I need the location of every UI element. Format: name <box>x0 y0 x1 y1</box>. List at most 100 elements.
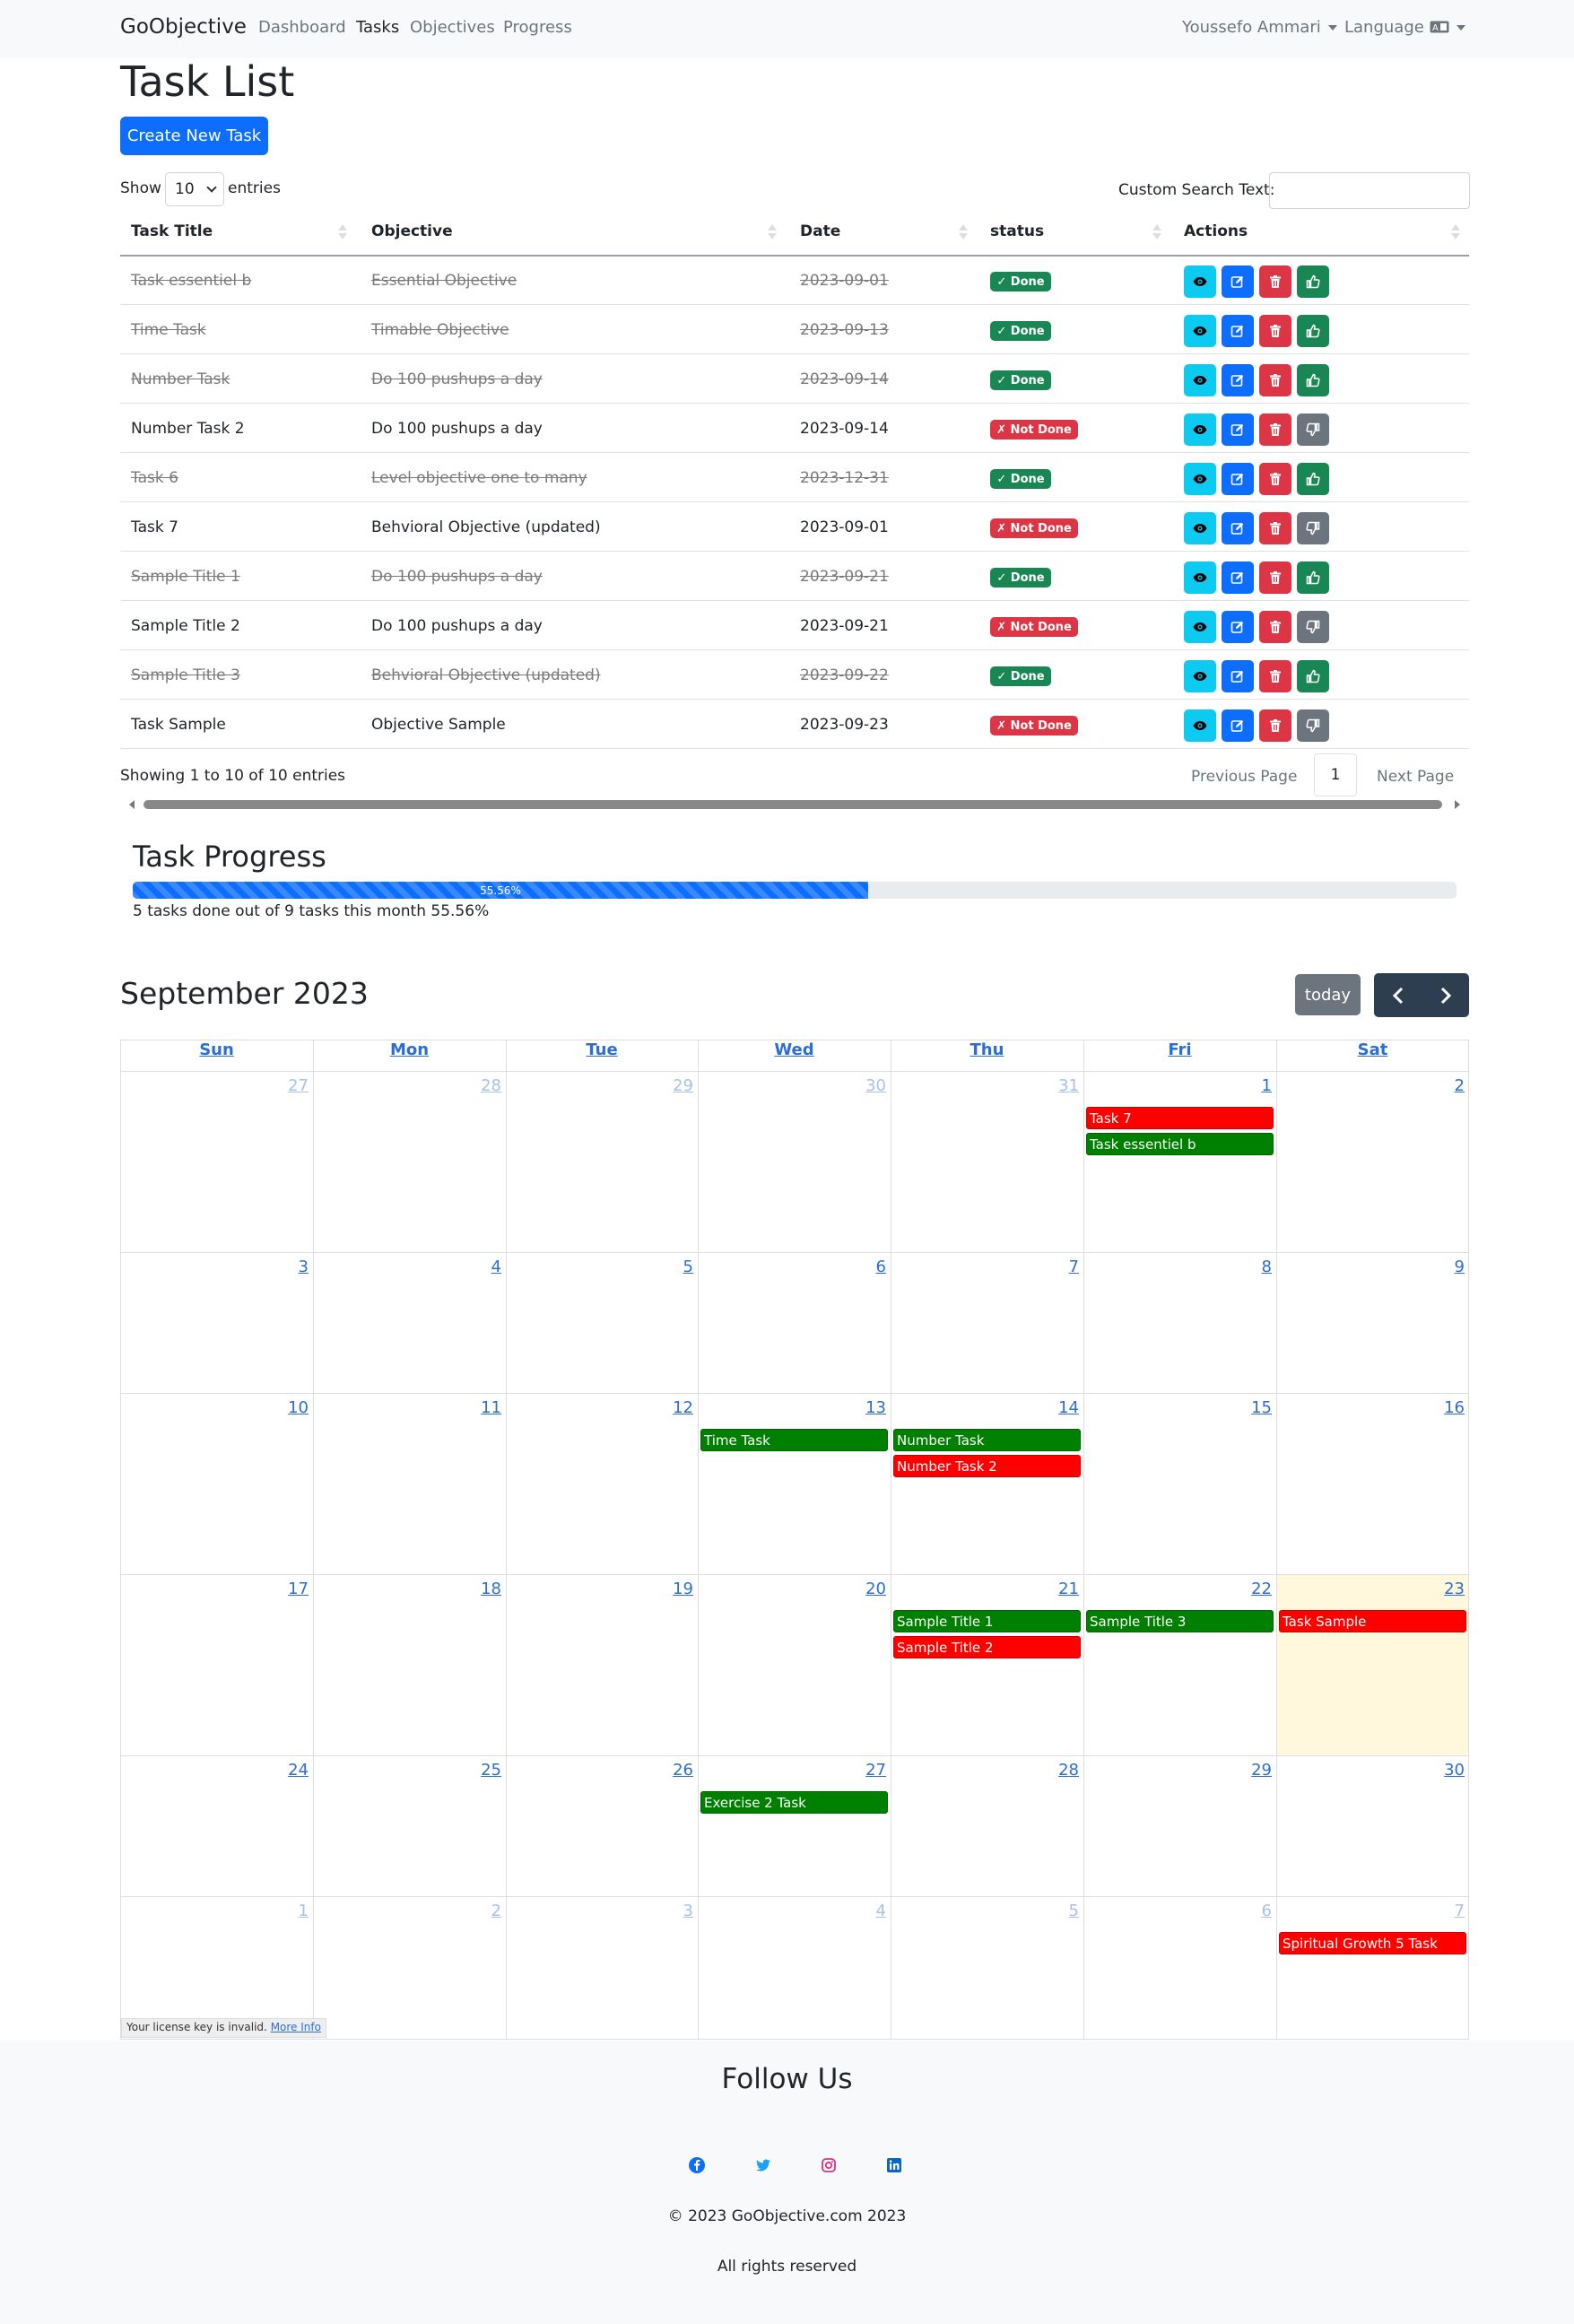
horizontal-scrollbar[interactable] <box>143 800 1442 809</box>
edit-task-button[interactable] <box>1222 315 1254 347</box>
calendar-day-header[interactable]: Mon <box>313 1040 506 1059</box>
calendar-day-header[interactable]: Tue <box>506 1040 698 1059</box>
calendar-day-header[interactable]: Thu <box>891 1040 1083 1059</box>
edit-task-button[interactable] <box>1222 709 1254 742</box>
calendar-day-number[interactable]: 25 <box>465 1761 501 1780</box>
next-page-button[interactable]: Next Page <box>1377 768 1454 786</box>
column-header-task-title[interactable]: Task Title <box>131 222 213 240</box>
calendar-day-number[interactable]: 19 <box>657 1580 693 1598</box>
delete-task-button[interactable] <box>1259 364 1291 396</box>
calendar-day-number[interactable]: 10 <box>273 1398 309 1417</box>
edit-task-button[interactable] <box>1222 512 1254 544</box>
mark-undone-button[interactable] <box>1297 463 1329 495</box>
calendar-day-number[interactable]: 28 <box>1043 1761 1079 1780</box>
calendar-day-number[interactable]: 2 <box>465 1902 501 1920</box>
calendar-event[interactable]: Exercise 2 Task <box>700 1791 888 1814</box>
calendar-day-number[interactable]: 6 <box>850 1258 886 1276</box>
calendar-day-number[interactable]: 31 <box>1043 1076 1079 1095</box>
calendar-day-number[interactable]: 5 <box>1043 1902 1079 1920</box>
column-header-objective[interactable]: Objective <box>371 222 453 240</box>
calendar-day-number[interactable]: 16 <box>1429 1398 1465 1417</box>
calendar-day-number[interactable]: 30 <box>1429 1761 1465 1780</box>
column-header-actions[interactable]: Actions <box>1184 222 1248 240</box>
sort-icon[interactable] <box>768 224 777 240</box>
calendar-event[interactable]: Spiritual Growth 5 Task <box>1279 1932 1466 1954</box>
calendar-event[interactable]: Number Task <box>893 1429 1081 1451</box>
calendar-day-number[interactable]: 4 <box>465 1258 501 1276</box>
sort-icon[interactable] <box>338 224 347 240</box>
user-dropdown[interactable]: Youssefo Ammari <box>1182 18 1337 37</box>
delete-task-button[interactable] <box>1259 463 1291 495</box>
calendar-day-number[interactable]: 29 <box>657 1076 693 1095</box>
calendar-day-header[interactable]: Sat <box>1276 1040 1469 1059</box>
calendar-day-number[interactable]: 3 <box>273 1258 309 1276</box>
calendar-day-number[interactable]: 5 <box>657 1258 693 1276</box>
calendar-day-number[interactable]: 28 <box>465 1076 501 1095</box>
calendar-day-number[interactable]: 1 <box>273 1902 309 1920</box>
today-button[interactable]: today <box>1295 974 1361 1015</box>
edit-task-button[interactable] <box>1222 413 1254 446</box>
calendar-day-header[interactable]: Wed <box>698 1040 891 1059</box>
view-task-button[interactable] <box>1184 561 1216 594</box>
nav-link-tasks[interactable]: Tasks <box>356 18 399 37</box>
calendar-day-number[interactable]: 15 <box>1236 1398 1272 1417</box>
calendar-day-number[interactable]: 8 <box>1236 1258 1272 1276</box>
instagram-icon[interactable] <box>820 2156 838 2174</box>
calendar-day-number[interactable]: 29 <box>1236 1761 1272 1780</box>
calendar-day-number[interactable]: 27 <box>273 1076 309 1095</box>
calendar-day-number[interactable]: 21 <box>1043 1580 1079 1598</box>
view-task-button[interactable] <box>1184 512 1216 544</box>
calendar-day-number[interactable]: 4 <box>850 1902 886 1920</box>
brand-logo[interactable]: GoObjective <box>120 15 247 39</box>
page-button-1[interactable]: 1 <box>1314 753 1357 796</box>
calendar-day-header[interactable]: Sun <box>120 1040 313 1059</box>
view-task-button[interactable] <box>1184 611 1216 643</box>
sort-icon[interactable] <box>1451 224 1460 240</box>
delete-task-button[interactable] <box>1259 660 1291 692</box>
calendar-day-number[interactable]: 18 <box>465 1580 501 1598</box>
mark-undone-button[interactable] <box>1297 660 1329 692</box>
entries-select[interactable]: 10 <box>165 172 224 206</box>
calendar-day-number[interactable]: 7 <box>1043 1258 1079 1276</box>
nav-link-progress[interactable]: Progress <box>503 18 572 37</box>
calendar-day-number[interactable]: 2 <box>1429 1076 1465 1095</box>
calendar-day-number[interactable]: 13 <box>850 1398 886 1417</box>
edit-task-button[interactable] <box>1222 611 1254 643</box>
edit-task-button[interactable] <box>1222 265 1254 298</box>
edit-task-button[interactable] <box>1222 660 1254 692</box>
delete-task-button[interactable] <box>1259 611 1291 643</box>
previous-page-button[interactable]: Previous Page <box>1191 768 1297 786</box>
calendar-event[interactable]: Sample Title 2 <box>893 1636 1081 1658</box>
delete-task-button[interactable] <box>1259 512 1291 544</box>
calendar-day-number[interactable]: 12 <box>657 1398 693 1417</box>
calendar-day-number[interactable]: 6 <box>1236 1902 1272 1920</box>
calendar-event[interactable]: Sample Title 1 <box>893 1610 1081 1632</box>
delete-task-button[interactable] <box>1259 413 1291 446</box>
delete-task-button[interactable] <box>1259 265 1291 298</box>
calendar-day-number[interactable]: 17 <box>273 1580 309 1598</box>
calendar-event[interactable]: Task 7 <box>1086 1107 1274 1129</box>
search-input[interactable] <box>1269 172 1470 209</box>
prev-month-button[interactable] <box>1374 973 1422 1017</box>
mark-done-button[interactable] <box>1297 709 1329 742</box>
view-task-button[interactable] <box>1184 265 1216 298</box>
linkedin-icon[interactable] <box>885 2156 903 2174</box>
calendar-day-number[interactable]: 14 <box>1043 1398 1079 1417</box>
scroll-left-icon[interactable] <box>129 800 135 809</box>
edit-task-button[interactable] <box>1222 364 1254 396</box>
calendar-day-number[interactable]: 30 <box>850 1076 886 1095</box>
mark-done-button[interactable] <box>1297 413 1329 446</box>
view-task-button[interactable] <box>1184 413 1216 446</box>
nav-link-objectives[interactable]: Objectives <box>410 18 495 37</box>
edit-task-button[interactable] <box>1222 561 1254 594</box>
calendar-day-number[interactable]: 7 <box>1429 1902 1465 1920</box>
calendar-event[interactable]: Task essentiel b <box>1086 1133 1274 1155</box>
column-header-date[interactable]: Date <box>800 222 840 240</box>
calendar-day-number[interactable]: 26 <box>657 1761 693 1780</box>
view-task-button[interactable] <box>1184 660 1216 692</box>
calendar-day-number[interactable]: 24 <box>273 1761 309 1780</box>
calendar-day-number[interactable]: 3 <box>657 1902 693 1920</box>
view-task-button[interactable] <box>1184 364 1216 396</box>
sort-icon[interactable] <box>1152 224 1161 240</box>
sort-icon[interactable] <box>959 224 968 240</box>
